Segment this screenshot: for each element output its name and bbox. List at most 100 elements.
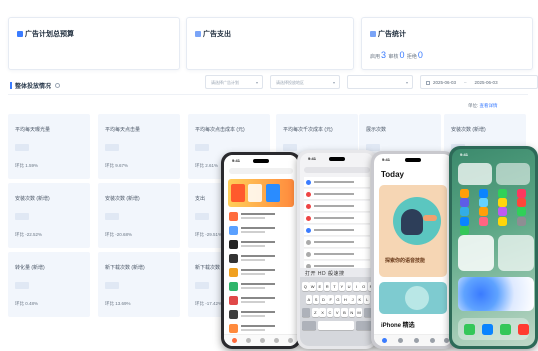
region-select-placeholder: 请选择投放地区 [276,80,304,85]
keyboard-key[interactable]: U [345,282,353,291]
type-select[interactable]: ▾ [347,75,413,89]
keyboard-key[interactable]: Z [312,308,319,317]
keyboard-key[interactable]: G [334,295,342,304]
metric-card[interactable]: 平均每天点击量 环比 9.67% [98,114,180,179]
list-item [229,281,293,292]
status-time: 9:41 [460,152,469,157]
item-line [241,217,265,219]
item-line [241,255,275,257]
unit-note-link[interactable]: 查看详情 [480,103,498,108]
keyboard-key[interactable]: Y [338,282,346,291]
item-thumb [229,282,238,291]
keyboard-key[interactable]: C [326,308,334,317]
keyboard-key[interactable]: W [309,282,316,291]
keyboard-key[interactable]: B [341,308,348,317]
numbers-key[interactable] [302,321,316,330]
keyboard-suggestions: 打开 HD 般速搜 [300,268,374,277]
item-line [314,265,354,267]
item-line [241,241,275,243]
keyboard-key[interactable]: E [316,282,324,291]
shopping-header: 9:41 [224,155,298,177]
budget-card[interactable]: 广告计划总预算 [8,17,180,70]
rejected-label: 拒绝 [406,54,417,60]
date-range-picker[interactable]: 2025-06-03 – 2025-06-03 [420,75,538,89]
keyboard-key[interactable]: X [319,308,326,317]
stats-card[interactable]: 广告统计 启用3 审核0 拒绝0 [361,17,533,70]
keyboard-key[interactable]: H [342,295,349,304]
keyboard-key[interactable]: V [333,308,341,317]
app-icon [460,189,469,198]
metric-change: 环比 0.48% [15,301,39,306]
item-icon [306,216,311,221]
item-thumb [229,324,238,333]
metric-card[interactable]: 安装次数 (新增) 环比 -20.68% [98,183,180,248]
keyboard-key[interactable]: N [348,308,356,317]
tab-icon [430,338,435,343]
metric-value-placeholder [15,144,29,151]
return-key[interactable] [356,321,372,330]
keyboard-key[interactable]: S [312,295,320,304]
metric-card[interactable]: 平均每天曝光量 环比 1.59% [8,114,90,179]
metric-change: 环比 9.67% [105,163,129,168]
app-icon [479,216,488,226]
shopping-tab-bar [224,334,298,346]
region-select[interactable]: 请选择投放地区 ▾ [270,75,340,89]
metric-change: 环比 -17.42% [195,301,223,306]
list-item [304,213,370,224]
list-item [304,189,370,200]
keyboard-key[interactable]: O [360,282,367,291]
budget-icon [17,31,23,37]
item-thumb [229,296,238,305]
chevron-down-icon: ▾ [332,80,335,85]
item-line [314,253,354,255]
metric-value-placeholder [195,144,209,151]
item-line [314,181,354,183]
metric-change: 环比 2.61% [195,163,219,168]
app-icon [517,207,526,217]
shopping-search-bar [229,168,293,174]
keyboard-key[interactable]: A [305,295,313,304]
keyboard-key[interactable]: M [355,308,363,317]
item-icon [306,192,311,197]
keyboard-key[interactable]: F [327,295,334,304]
metric-card[interactable]: 新下载次数 (新增) 环比 13.69% [98,252,180,317]
list-item [229,309,293,320]
spend-card[interactable]: 广告支出 [186,17,354,70]
metric-card[interactable]: 转化量 (新增) 环比 0.48% [8,252,90,317]
keyboard-key[interactable]: T [331,282,338,291]
keyboard-key[interactable]: Q [302,282,309,291]
keyboard-key[interactable]: D [320,295,327,304]
metric-card[interactable]: 安装次数 (新增) 环比 -22.52% [8,183,90,248]
status-time: 9:41 [232,158,241,163]
browser-app-icon [482,324,493,335]
tab-icon [398,338,403,343]
pending-label: 审核 [388,54,399,60]
wallet-icon [195,31,201,37]
item-line [241,311,275,313]
shift-key-icon[interactable] [302,308,310,317]
keyboard-key[interactable]: I [353,282,360,291]
keyboard-key[interactable]: R [323,282,331,291]
phone-home-screen: 9:41 [449,146,538,349]
app-icon [498,207,507,217]
campaign-select[interactable]: 请选择广告计划 ▾ [205,75,263,89]
tab-icon [274,338,279,343]
space-key[interactable] [318,321,354,330]
running-label: 启用 [370,54,381,60]
keyboard-key[interactable]: J [349,295,356,304]
stats-card-title-row: 广告统计 [370,29,406,39]
metric-label: 安装次数 (新增) [105,196,140,202]
date-end: 2025-06-03 [474,80,498,85]
question-circle-icon[interactable] [54,83,60,88]
keyboard-key[interactable]: L [363,295,371,304]
item-line [241,301,265,303]
app-icon [479,189,488,198]
app-icon [460,198,469,208]
tab-icon [260,338,265,343]
list-item [304,225,370,236]
metric-value-placeholder [105,144,119,151]
item-icon [306,228,311,233]
item-thumb [229,254,238,263]
keyboard-key[interactable]: K [356,295,364,304]
illustration-figure [401,209,423,235]
